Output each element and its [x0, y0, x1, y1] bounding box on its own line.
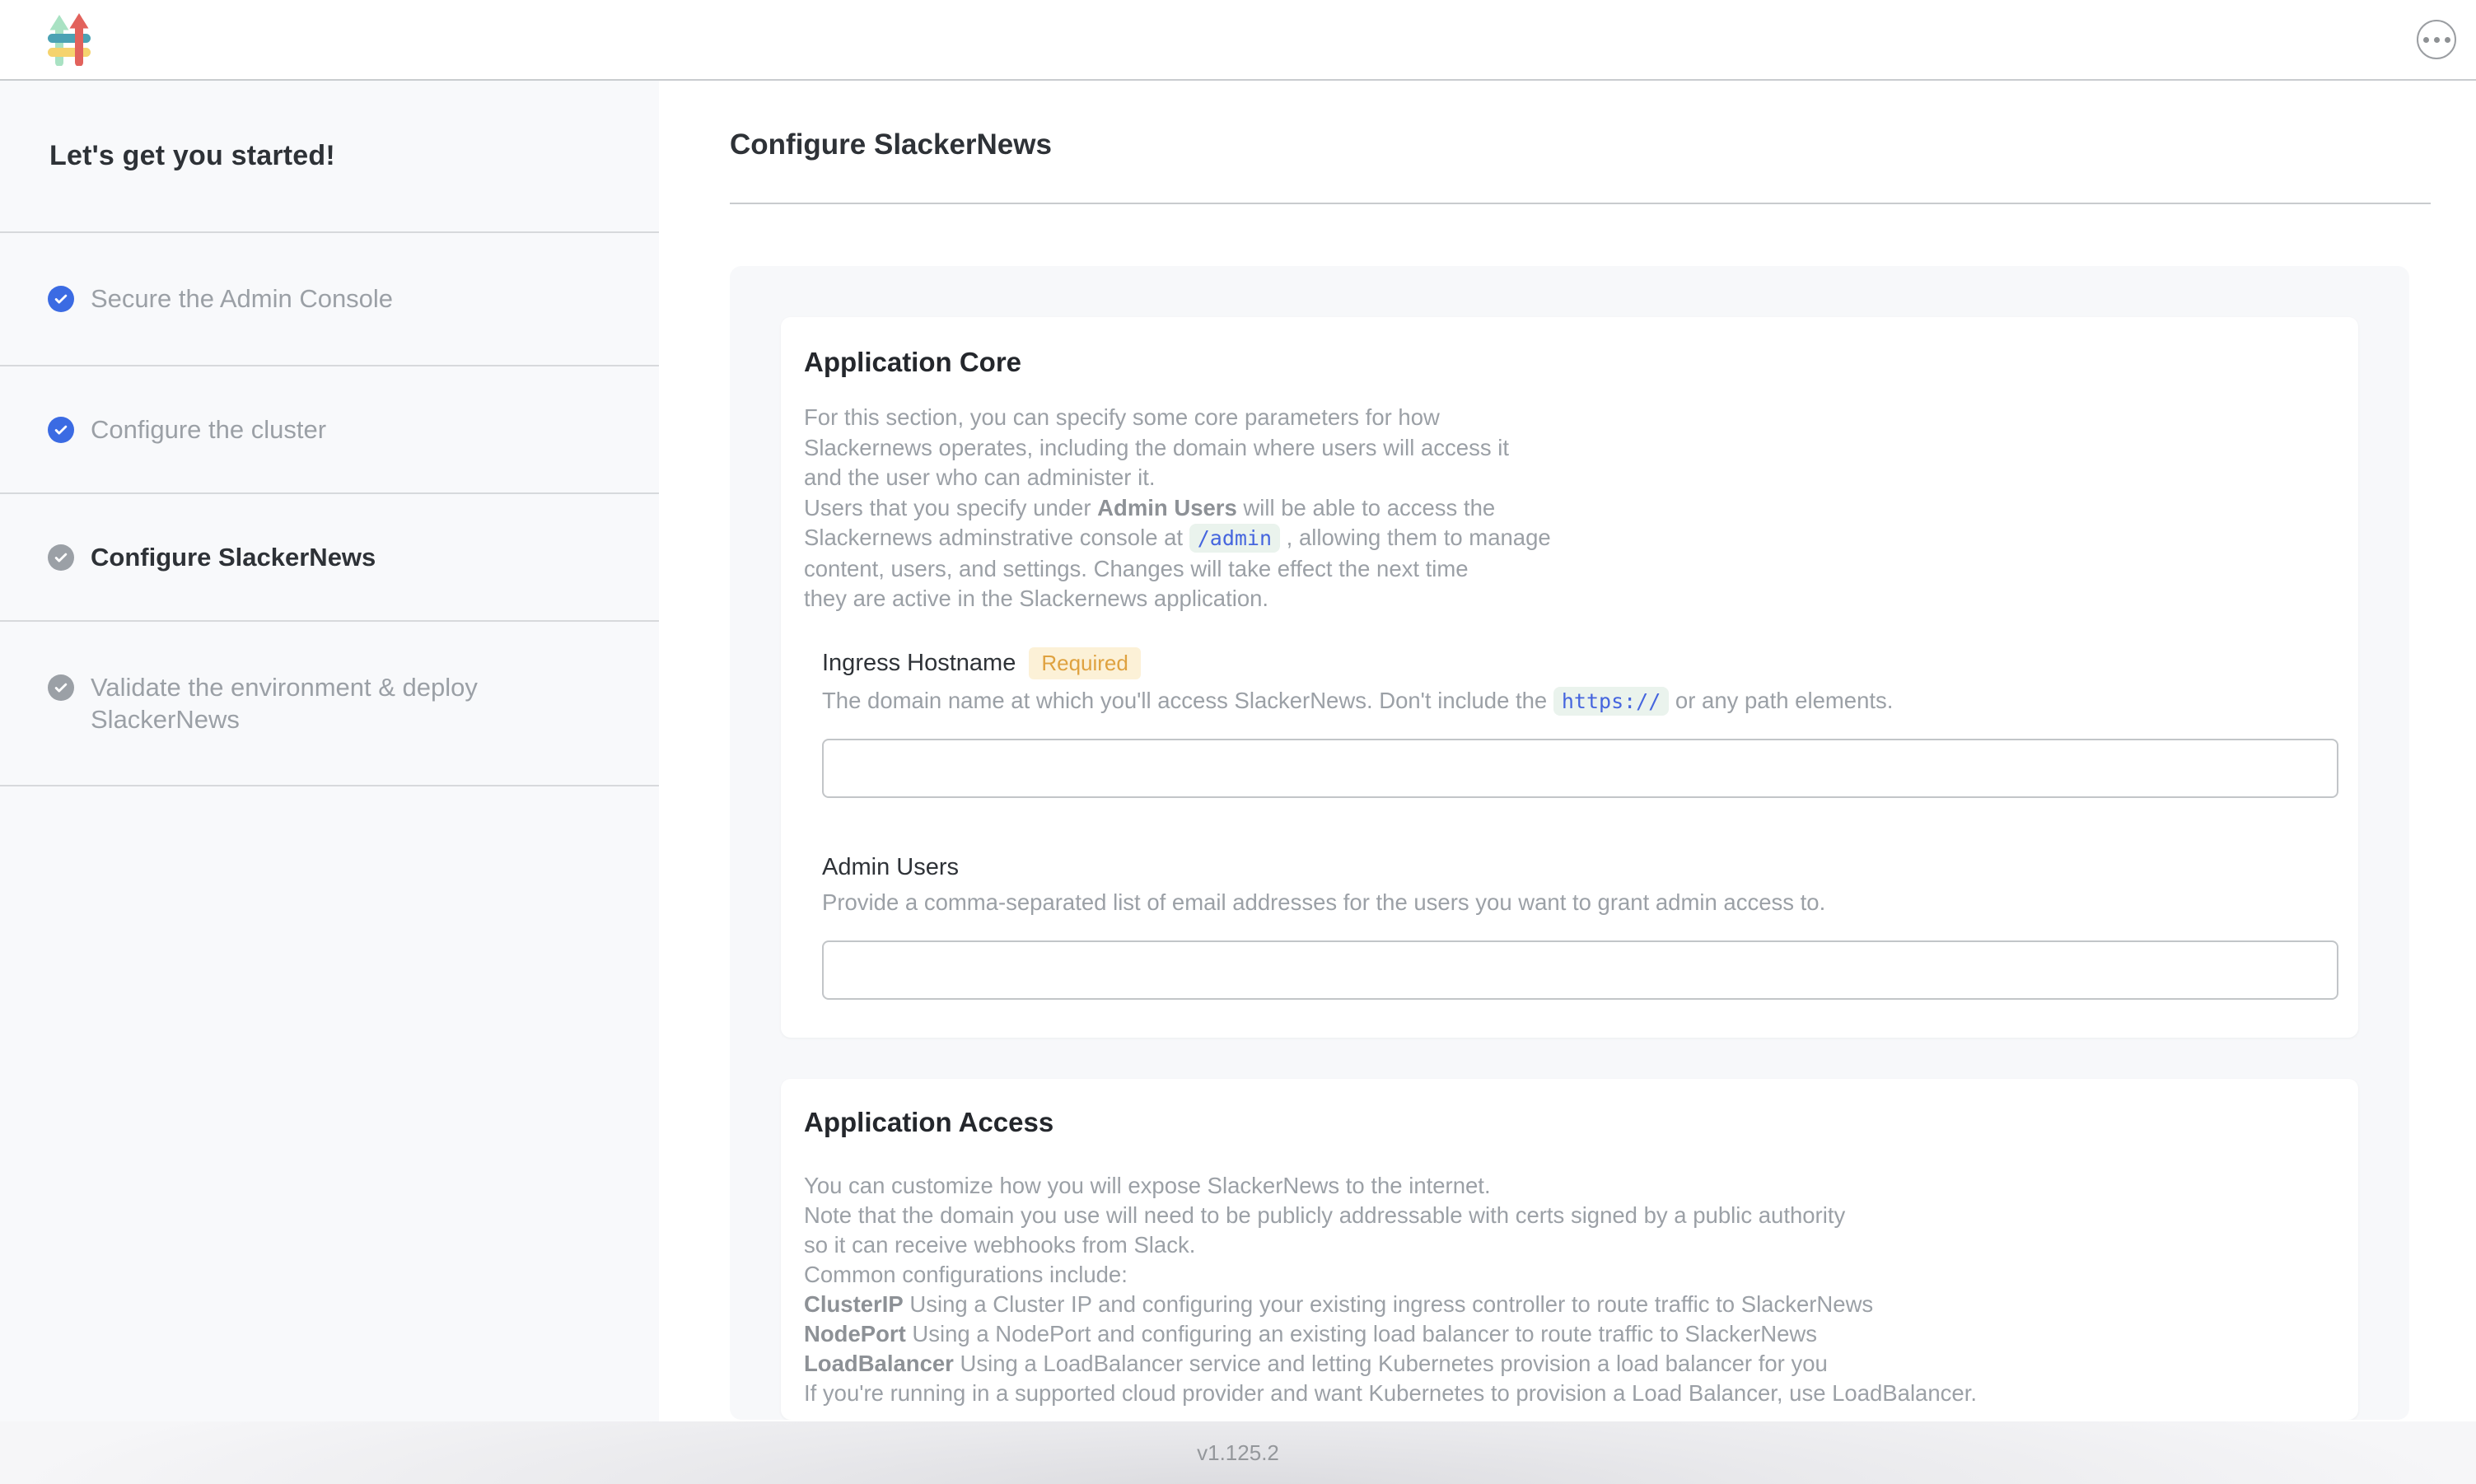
- description-line: ClusterIP Using a Cluster IP and configu…: [804, 1290, 2309, 1319]
- card-title: Application Access: [804, 1107, 2358, 1138]
- sidebar-item-configure-slackernews[interactable]: Configure SlackerNews: [0, 494, 659, 622]
- topbar: [0, 0, 2476, 81]
- description-line: You can customize how you will expose Sl…: [804, 1171, 2309, 1201]
- step-pending-check-icon: [48, 674, 74, 701]
- ellipsis-icon: [2423, 37, 2450, 43]
- field-help: Provide a comma-separated list of email …: [822, 889, 2338, 916]
- field-label: Admin Users: [822, 854, 959, 881]
- description-line: For this section, you can specify some c…: [804, 403, 2309, 433]
- description-line: NodePort Using a NodePort and configurin…: [804, 1319, 2309, 1349]
- application-core-card: Application Core For this section, you c…: [781, 317, 2358, 1038]
- ingress-hostname-input[interactable]: [822, 739, 2338, 798]
- config-fields: Ingress Hostname Required The domain nam…: [822, 647, 2338, 1001]
- setup-steps-sidebar: Let's get you started! Secure the Admin …: [0, 81, 659, 1421]
- card-description: For this section, you can specify some c…: [804, 403, 2358, 614]
- description-line: content, users, and settings. Changes wi…: [804, 554, 2309, 585]
- config-main: Configure SlackerNews Application Core F…: [659, 81, 2476, 1421]
- card-title: Application Core: [804, 347, 2358, 378]
- description-line: and the user who can administer it.: [804, 463, 2309, 493]
- description-line: If you're running in a supported cloud p…: [804, 1379, 2309, 1408]
- description-line: Note that the domain you use will need t…: [804, 1201, 2309, 1230]
- sidebar-item-configure-cluster[interactable]: Configure the cluster: [0, 366, 659, 494]
- field-label-row: Admin Users: [822, 854, 2338, 881]
- sidebar-header: Let's get you started!: [0, 81, 659, 233]
- page-title: Configure SlackerNews: [730, 128, 2476, 161]
- field-label-row: Ingress Hostname Required: [822, 647, 2338, 680]
- admin-path-code: /admin: [1189, 524, 1280, 553]
- more-options-button[interactable]: [2417, 20, 2456, 59]
- step-label: Configure SlackerNews: [91, 541, 376, 573]
- footer: v1.125.2: [0, 1421, 2476, 1484]
- sidebar-item-secure-admin-console[interactable]: Secure the Admin Console: [0, 233, 659, 366]
- description-line: Slackernews adminstrative console at /ad…: [804, 523, 2309, 554]
- admin-users-field-group: Admin Users Provide a comma-separated li…: [822, 854, 2338, 1000]
- steps-nav: Secure the Admin Console Configure the c…: [0, 233, 659, 786]
- app-logo-icon: [46, 13, 92, 66]
- content-row: Let's get you started! Secure the Admin …: [0, 81, 2476, 1421]
- step-pending-check-icon: [48, 544, 74, 571]
- description-line: they are active in the Slackernews appli…: [804, 584, 2309, 614]
- description-line: LoadBalancer Using a LoadBalancer servic…: [804, 1349, 2309, 1379]
- description-line: Slackernews operates, including the doma…: [804, 433, 2309, 464]
- field-help: The domain name at which you'll access S…: [822, 688, 2338, 714]
- application-access-card: Application Access You can customize how…: [781, 1079, 2358, 1420]
- step-label: Validate the environment & deploy Slacke…: [91, 671, 552, 735]
- required-badge: Required: [1029, 647, 1141, 680]
- admin-users-input[interactable]: [822, 940, 2338, 1000]
- step-label: Secure the Admin Console: [91, 282, 393, 315]
- sidebar-item-validate-and-deploy[interactable]: Validate the environment & deploy Slacke…: [0, 622, 659, 786]
- version-label: v1.125.2: [1197, 1440, 1279, 1466]
- https-scheme-code: https://: [1553, 687, 1669, 716]
- step-complete-check-icon: [48, 286, 74, 312]
- ingress-hostname-field-group: Ingress Hostname Required The domain nam…: [822, 647, 2338, 799]
- config-panel: Application Core For this section, you c…: [730, 266, 2409, 1420]
- field-label: Ingress Hostname: [822, 650, 1016, 677]
- admin-console-screen: Let's get you started! Secure the Admin …: [0, 0, 2476, 1484]
- sidebar-heading: Let's get you started!: [49, 140, 335, 172]
- description-line: so it can receive webhooks from Slack.: [804, 1230, 2309, 1260]
- title-divider: [730, 203, 2431, 204]
- card-description: You can customize how you will expose Sl…: [804, 1171, 2358, 1408]
- step-complete-check-icon: [48, 417, 74, 443]
- description-line: Common configurations include:: [804, 1260, 2309, 1290]
- step-label: Configure the cluster: [91, 413, 326, 446]
- description-line: Users that you specify under Admin Users…: [804, 493, 2309, 524]
